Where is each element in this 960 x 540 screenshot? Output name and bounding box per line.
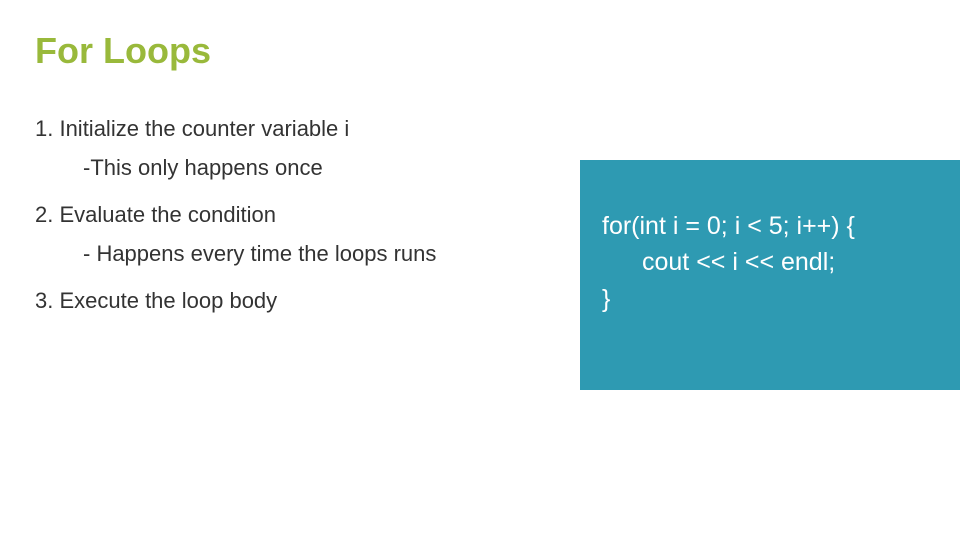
step-1: 1. Initialize the counter variable i: [35, 112, 925, 145]
code-line-1: for(int i = 0; i < 5; i++) {: [602, 208, 938, 244]
slide-title: For Loops: [35, 30, 925, 72]
code-line-2: cout << i << endl;: [602, 244, 938, 280]
code-box: for(int i = 0; i < 5; i++) { cout << i <…: [580, 160, 960, 390]
code-line-3: }: [602, 281, 938, 317]
slide: For Loops 1. Initialize the counter vari…: [0, 0, 960, 540]
